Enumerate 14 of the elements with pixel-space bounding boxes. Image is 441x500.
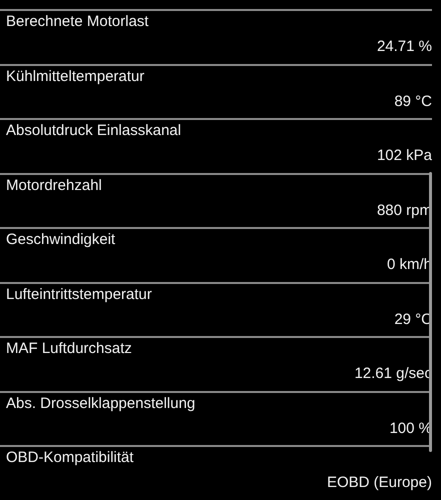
parameter-label: Lufteintrittstemperatur xyxy=(5,284,153,304)
parameter-value: EOBD (Europe) xyxy=(326,473,432,493)
parameter-label: Absolutdruck Einlasskanal xyxy=(5,121,182,141)
parameter-label: Kühlmitteltemperatur xyxy=(5,66,146,86)
parameter-label: Berechnete Motorlast xyxy=(5,12,150,32)
scrollbar[interactable] xyxy=(429,172,432,452)
parameter-value: 102 kPa xyxy=(376,146,432,166)
parameter-label: Abs. Drosselklappenstellung xyxy=(5,394,196,414)
parameter-value: 89 °C xyxy=(393,92,432,112)
parameter-label: Geschwindigkeit xyxy=(5,230,116,250)
parameter-label: Motordrehzahl xyxy=(5,176,103,196)
parameter-label: OBD-Kompatibilität xyxy=(5,448,135,468)
parameter-value: 24.71 % xyxy=(376,37,432,57)
parameter-label: MAF Luftdurchsatz xyxy=(5,339,133,359)
